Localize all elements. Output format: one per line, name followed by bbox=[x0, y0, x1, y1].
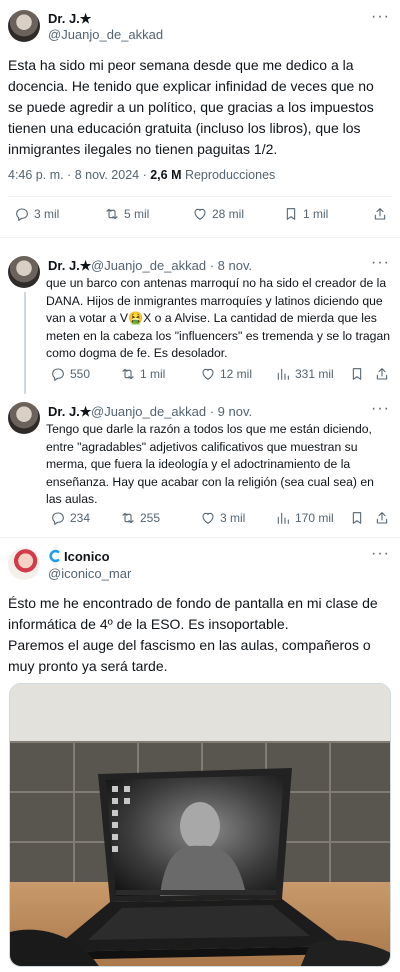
reply-button[interactable]: 3 mil bbox=[14, 206, 59, 222]
tweet-text: Ésto me he encontrado de fondo de pantal… bbox=[8, 593, 392, 677]
more-icon[interactable]: ··· bbox=[371, 400, 390, 418]
more-icon[interactable]: ··· bbox=[371, 545, 390, 563]
repost-count: 5 mil bbox=[124, 207, 150, 221]
author-name[interactable]: Dr. J.★ bbox=[48, 404, 91, 420]
like-button[interactable]: 28 mil bbox=[192, 206, 244, 222]
author-handle[interactable]: @Juanjo_de_akkad bbox=[48, 27, 163, 42]
author-name[interactable]: Dr. J.★ bbox=[48, 258, 91, 274]
action-bar: 3 mil 5 mil 28 mil 1 mil bbox=[0, 206, 400, 226]
repost-button[interactable]: 5 mil bbox=[104, 206, 149, 222]
main-tweet: Dr. J.★ @Juanjo_de_akkad ··· Esta ha sid… bbox=[0, 0, 400, 232]
tweet-text: Tengo que darle la razón a todos los que… bbox=[46, 422, 374, 507]
avatar[interactable] bbox=[8, 402, 40, 434]
avatar[interactable] bbox=[8, 256, 40, 288]
like-icon bbox=[202, 512, 214, 524]
thread-line bbox=[24, 292, 26, 394]
like-button[interactable]: 12 mil bbox=[200, 366, 252, 382]
reply-tweet: Dr. J.★ @Juanjo_de_akkad · 9 nov. ··· Te… bbox=[0, 396, 400, 536]
avatar[interactable] bbox=[8, 548, 40, 580]
divider bbox=[0, 237, 400, 238]
repost-icon bbox=[106, 208, 118, 220]
more-icon[interactable]: ··· bbox=[371, 8, 390, 26]
share-icon bbox=[376, 512, 388, 524]
divider bbox=[8, 196, 392, 197]
repost-icon bbox=[122, 512, 134, 524]
bookmark-count: 1 mil bbox=[303, 207, 329, 221]
reply-icon bbox=[52, 512, 64, 525]
like-button[interactable]: 3 mil bbox=[200, 510, 245, 526]
share-button[interactable] bbox=[372, 206, 388, 222]
views-label: Reproducciones bbox=[181, 168, 276, 182]
share-icon bbox=[374, 208, 386, 220]
bookmark-button[interactable] bbox=[349, 510, 365, 526]
share-button[interactable] bbox=[374, 510, 390, 526]
tweet-meta: 4:46 p. m. · 8 nov. 2024 · 2,6 M Reprodu… bbox=[8, 168, 275, 182]
avatar[interactable] bbox=[8, 10, 40, 42]
tweet-photo[interactable] bbox=[9, 683, 391, 967]
views-button[interactable]: 331 mil bbox=[275, 366, 334, 382]
views-button[interactable]: 170 mil bbox=[275, 510, 334, 526]
views-icon bbox=[277, 368, 289, 380]
action-bar: 550 1 mil 12 mil 331 mil bbox=[46, 366, 392, 386]
views-count: 170 mil bbox=[295, 511, 334, 525]
reply-icon bbox=[16, 208, 28, 221]
views-icon bbox=[277, 512, 289, 524]
brand-logo-icon bbox=[49, 549, 60, 563]
tweet-text-line: Paremos el auge del fascismo en las aula… bbox=[8, 637, 371, 674]
views-count: 331 mil bbox=[295, 367, 334, 381]
author-name[interactable]: Iconico bbox=[48, 549, 110, 564]
repost-icon bbox=[122, 368, 134, 380]
reply-icon bbox=[52, 368, 64, 381]
repost-count: 1 mil bbox=[140, 367, 166, 381]
like-count: 28 mil bbox=[212, 207, 245, 221]
tweet-text: que un barco con antenas marroquí no ha … bbox=[46, 276, 390, 361]
bookmark-button[interactable]: 1 mil bbox=[283, 206, 328, 222]
divider bbox=[0, 537, 400, 538]
like-count: 12 mil bbox=[220, 367, 253, 381]
author-handle[interactable]: @iconico_mar bbox=[48, 566, 131, 581]
reply-count: 3 mil bbox=[34, 207, 60, 221]
reply-button[interactable]: 234 bbox=[50, 510, 90, 526]
reply-count: 234 bbox=[70, 511, 91, 525]
repost-button[interactable]: 255 bbox=[120, 510, 160, 526]
like-count: 3 mil bbox=[220, 511, 246, 525]
share-icon bbox=[376, 368, 388, 380]
tweet-text: Esta ha sido mi peor semana desde que me… bbox=[8, 57, 374, 157]
views-count: 2,6 M bbox=[150, 168, 182, 182]
reply-tweet: Dr. J.★ @Juanjo_de_akkad · 8 nov. ··· qu… bbox=[0, 250, 400, 395]
classroom-laptop-image bbox=[10, 684, 390, 966]
author-handle[interactable]: @Juanjo_de_akkad · 8 nov. bbox=[91, 258, 252, 273]
tweet-text-line: Ésto me he encontrado de fondo de pantal… bbox=[8, 595, 378, 632]
author-name[interactable]: Dr. J.★ bbox=[48, 11, 91, 27]
bookmark-icon bbox=[352, 368, 362, 380]
author-handle[interactable]: @Juanjo_de_akkad · 9 nov. bbox=[91, 404, 252, 419]
action-bar: 234 255 3 mil 170 mil bbox=[46, 510, 392, 530]
repost-count: 255 bbox=[140, 511, 161, 525]
bookmark-button[interactable] bbox=[349, 366, 365, 382]
bookmark-icon bbox=[286, 208, 296, 220]
author-name-text: Iconico bbox=[64, 549, 110, 564]
repost-button[interactable]: 1 mil bbox=[120, 366, 165, 382]
more-icon[interactable]: ··· bbox=[371, 254, 390, 272]
reply-button[interactable]: 550 bbox=[50, 366, 90, 382]
like-icon bbox=[202, 368, 214, 380]
reply-count: 550 bbox=[70, 367, 91, 381]
bookmark-icon bbox=[352, 512, 362, 524]
like-icon bbox=[194, 208, 206, 220]
timestamp[interactable]: 4:46 p. m. · 8 nov. 2024 · bbox=[8, 168, 150, 182]
share-button[interactable] bbox=[374, 366, 390, 382]
